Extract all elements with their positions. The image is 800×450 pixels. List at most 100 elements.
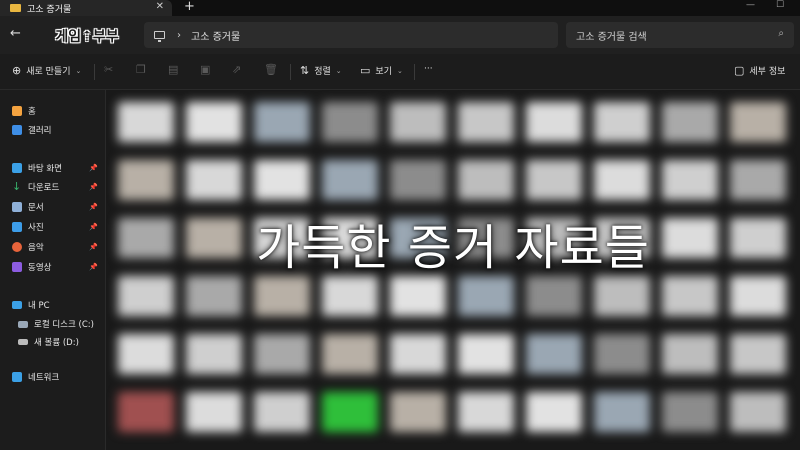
sidebar-item-this-pc[interactable]: 내 PC [12, 298, 104, 312]
file-thumbnail[interactable] [186, 160, 242, 200]
file-thumbnail[interactable] [594, 102, 650, 142]
new-button[interactable]: ⊕ 새로 만들기 ⌄ [12, 64, 81, 77]
pin-icon[interactable]: 📌 [89, 164, 98, 172]
file-thumbnail[interactable] [662, 334, 718, 374]
pin-icon[interactable]: 📌 [89, 263, 98, 271]
view-button[interactable]: ▭ 보기 ⌄ [360, 64, 403, 77]
file-thumbnail[interactable] [594, 276, 650, 316]
file-thumbnail[interactable] [186, 102, 242, 142]
file-thumbnail[interactable] [390, 160, 446, 200]
file-thumbnail[interactable] [254, 102, 310, 142]
address-row: ← 게임⇡부부 › 고소 증거물 고소 증거물 검색 ⌕ [0, 16, 800, 54]
sort-label: 정렬 [314, 67, 331, 77]
sort-button[interactable]: ⇅ 정렬 ⌄ [300, 64, 342, 77]
file-thumbnail[interactable] [730, 276, 786, 316]
more-options-button[interactable]: ··· [424, 64, 433, 74]
sidebar-item-label: 홈 [28, 107, 36, 117]
file-thumbnail[interactable] [322, 276, 378, 316]
new-tab-button[interactable]: + [184, 0, 195, 14]
file-thumbnail[interactable] [458, 160, 514, 200]
file-thumbnail[interactable] [118, 334, 174, 374]
paste-icon[interactable]: ▤ [168, 63, 178, 76]
file-thumbnail[interactable] [730, 392, 786, 432]
maximize-icon[interactable]: ☐ [776, 0, 784, 10]
sidebar-item-desktop[interactable]: 바탕 화면 📌 [12, 161, 104, 175]
rename-icon[interactable]: ▣ [200, 63, 210, 76]
file-thumbnail[interactable] [390, 392, 446, 432]
sidebar-item-documents[interactable]: 문서 📌 [12, 200, 104, 214]
cut-icon[interactable]: ✂ [104, 63, 113, 76]
sidebar-item-downloads[interactable]: ↓ 다운로드 📌 [12, 180, 104, 194]
sidebar-item-gallery[interactable]: 갤러리 [12, 123, 104, 137]
document-icon [12, 202, 22, 212]
address-bar[interactable]: › 고소 증거물 [144, 22, 558, 48]
drive-d-icon [18, 339, 28, 345]
pin-icon[interactable]: 📌 [89, 183, 98, 191]
file-thumbnail[interactable] [458, 392, 514, 432]
file-thumbnail[interactable] [118, 276, 174, 316]
file-thumbnail[interactable] [662, 276, 718, 316]
file-thumbnail[interactable] [254, 392, 310, 432]
delete-icon[interactable]: 🗑 [264, 63, 278, 76]
file-thumbnail[interactable] [526, 276, 582, 316]
details-label: 세부 정보 [749, 67, 786, 77]
file-thumbnail[interactable] [458, 102, 514, 142]
file-thumbnail[interactable] [186, 392, 242, 432]
folder-icon [10, 4, 21, 12]
chevron-right-icon: › [177, 29, 181, 41]
file-thumbnail[interactable] [526, 334, 582, 374]
file-thumbnail[interactable] [458, 334, 514, 374]
minimize-icon[interactable]: — [746, 0, 755, 10]
file-thumbnail[interactable] [186, 334, 242, 374]
sidebar-item-music[interactable]: 음악 📌 [12, 240, 104, 254]
sidebar-item-drive-c[interactable]: 로컬 디스크 (C:) [18, 317, 110, 331]
file-thumbnail[interactable] [118, 160, 174, 200]
file-thumbnail[interactable] [458, 276, 514, 316]
tab-current-folder[interactable]: 고소 증거물 ✕ [0, 0, 172, 16]
file-thumbnail[interactable] [526, 102, 582, 142]
sidebar-item-network[interactable]: 네트워크 [12, 370, 104, 384]
file-thumbnail[interactable] [390, 102, 446, 142]
sidebar-item-label: 로컬 디스크 (C:) [34, 320, 94, 330]
search-input[interactable]: 고소 증거물 검색 ⌕ [566, 22, 794, 48]
copy-icon[interactable]: ❐ [136, 63, 146, 76]
file-thumbnail[interactable] [390, 334, 446, 374]
pin-icon[interactable]: 📌 [89, 243, 98, 251]
file-thumbnail[interactable] [322, 102, 378, 142]
share-icon[interactable]: ⇗ [232, 63, 241, 76]
desktop-icon [12, 163, 22, 173]
close-tab-icon[interactable]: ✕ [156, 1, 164, 12]
back-arrow-icon[interactable]: ← [10, 26, 21, 41]
file-thumbnail[interactable] [186, 276, 242, 316]
file-thumbnail[interactable] [526, 160, 582, 200]
file-thumbnail[interactable] [730, 160, 786, 200]
sidebar-item-label: 새 볼륨 (D:) [34, 338, 79, 348]
sidebar-item-home[interactable]: 홈 [12, 104, 104, 118]
sidebar-item-videos[interactable]: 동영상 📌 [12, 260, 104, 274]
file-thumbnail[interactable] [662, 392, 718, 432]
file-thumbnail[interactable] [254, 334, 310, 374]
file-thumbnail[interactable] [118, 102, 174, 142]
file-thumbnail[interactable] [526, 392, 582, 432]
file-thumbnail[interactable] [662, 160, 718, 200]
file-thumbnail[interactable] [322, 392, 378, 432]
details-pane-button[interactable]: ▢ 세부 정보 [734, 64, 785, 77]
sidebar-item-drive-d[interactable]: 새 볼륨 (D:) [18, 335, 110, 349]
file-thumbnail[interactable] [254, 276, 310, 316]
file-thumbnail[interactable] [594, 160, 650, 200]
file-thumbnail[interactable] [730, 102, 786, 142]
file-thumbnail[interactable] [254, 160, 310, 200]
file-thumbnail[interactable] [322, 160, 378, 200]
sidebar-item-pictures[interactable]: 사진 📌 [12, 220, 104, 234]
file-thumbnail[interactable] [390, 276, 446, 316]
file-thumbnail[interactable] [118, 392, 174, 432]
file-thumbnail[interactable] [322, 334, 378, 374]
file-thumbnail[interactable] [594, 392, 650, 432]
file-thumbnail[interactable] [730, 334, 786, 374]
file-thumbnail[interactable] [662, 102, 718, 142]
sidebar-item-label: 음악 [28, 243, 44, 253]
pin-icon[interactable]: 📌 [89, 203, 98, 211]
file-thumbnail[interactable] [594, 334, 650, 374]
pin-icon[interactable]: 📌 [89, 223, 98, 231]
tab-bar: 고소 증거물 ✕ + — ☐ [0, 0, 800, 16]
